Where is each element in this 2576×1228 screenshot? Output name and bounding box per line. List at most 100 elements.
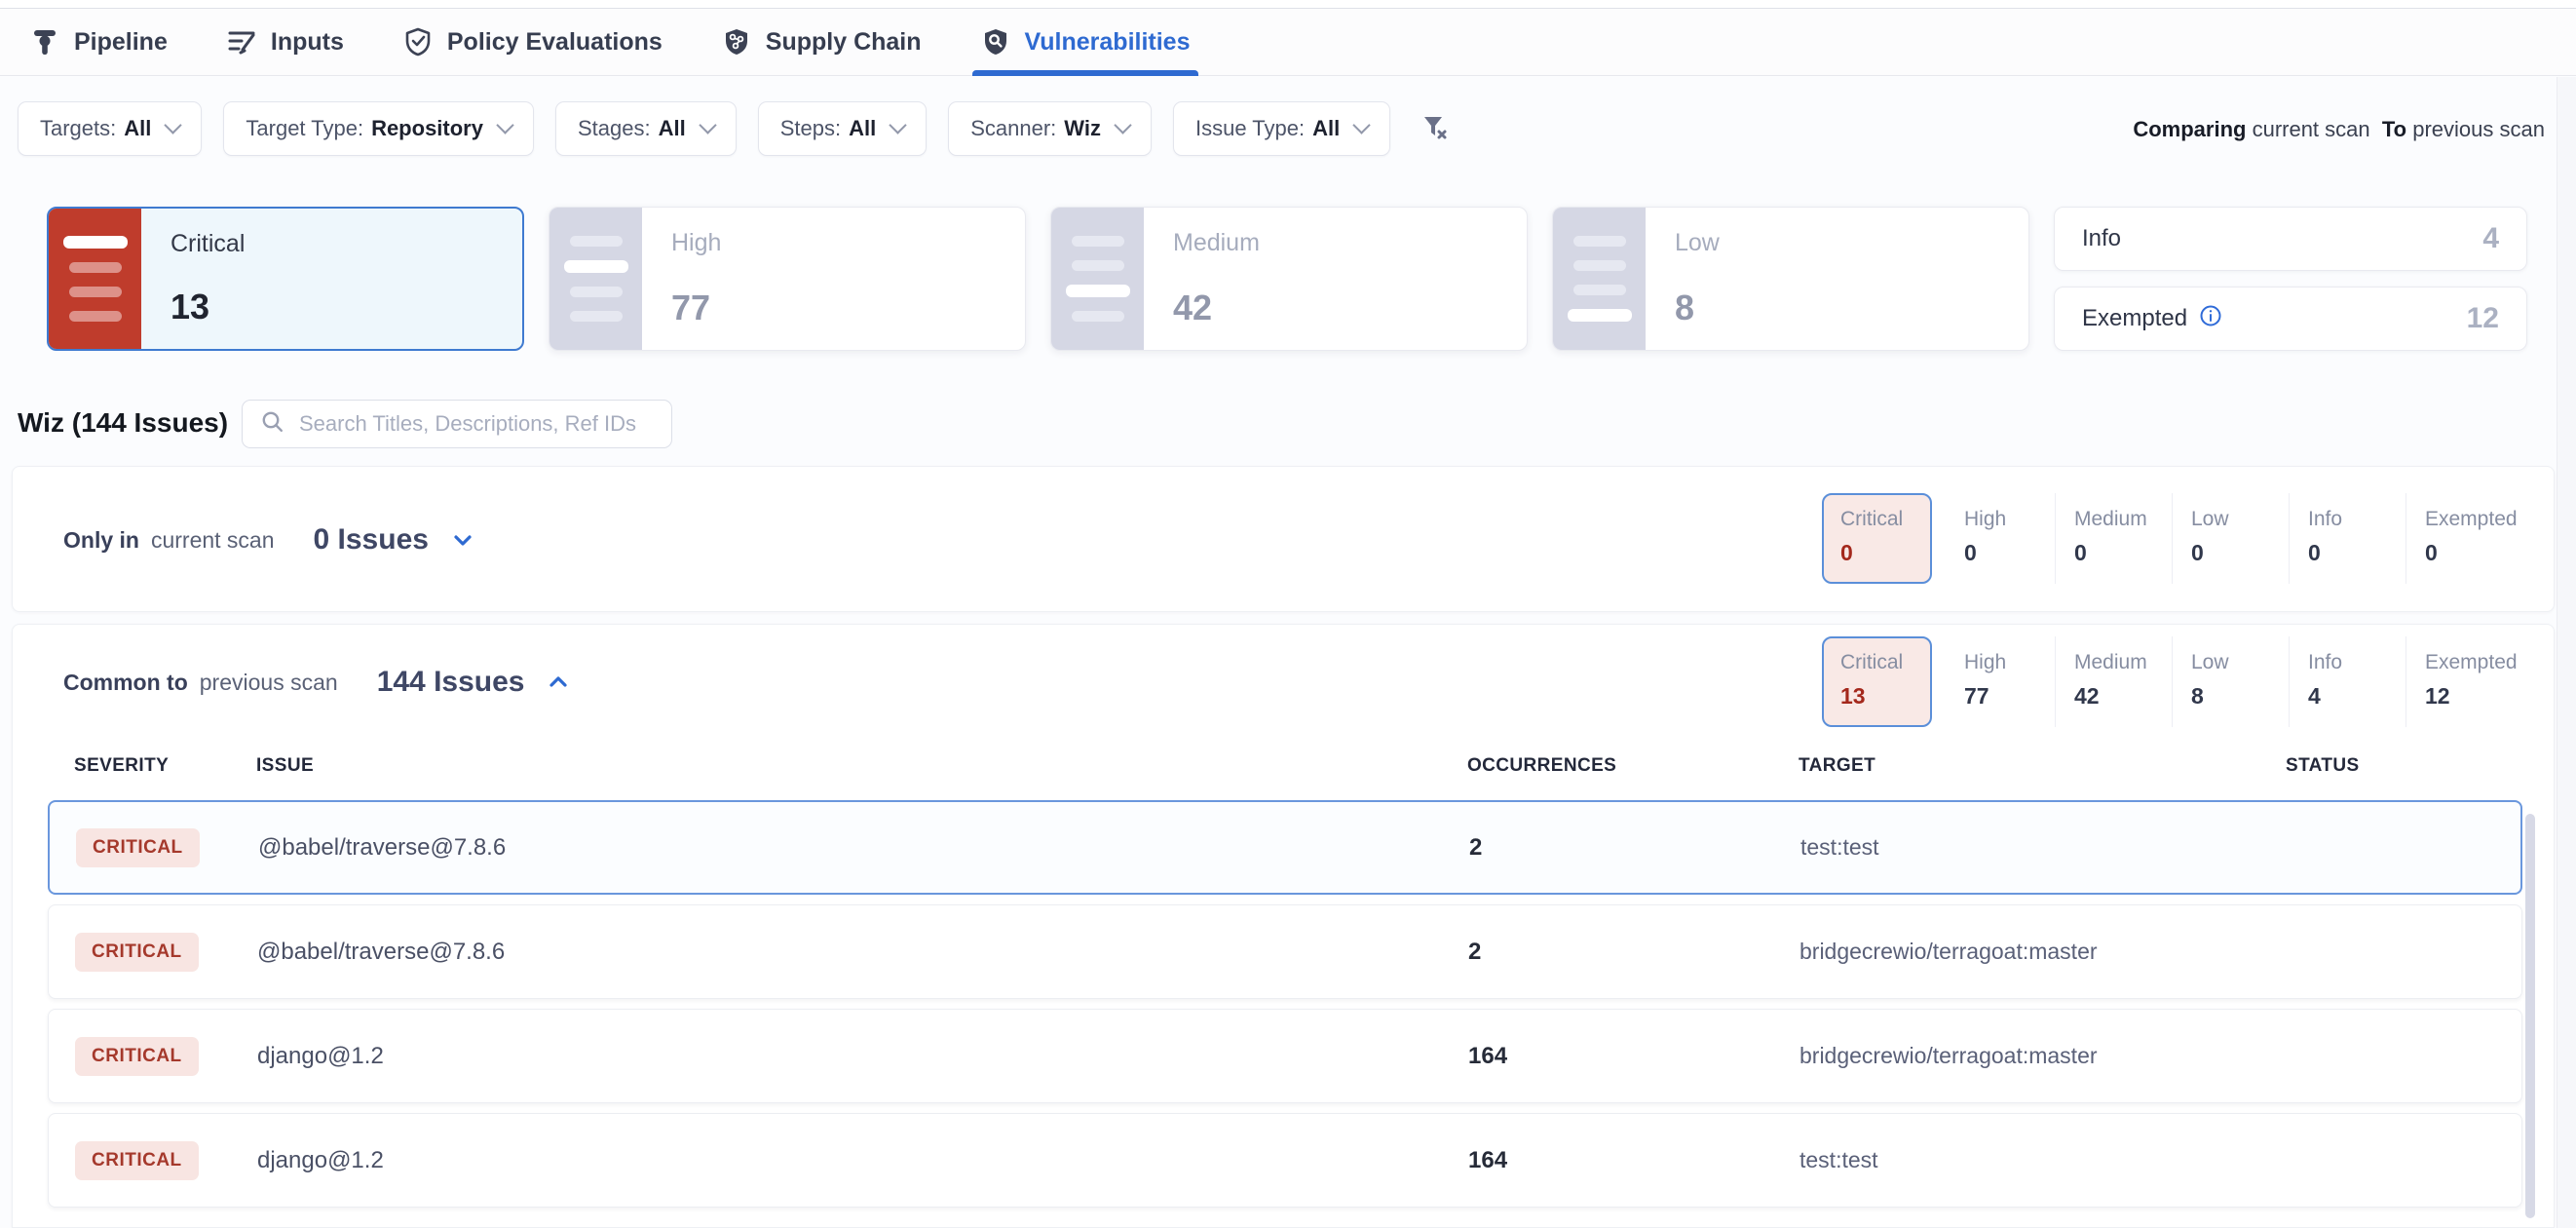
common-to-previous-scan-section: Common to previous scan 144 Issues Criti…: [12, 624, 2555, 1228]
issue-cell: django@1.2: [257, 1043, 1468, 1070]
chevron-down-icon: [165, 116, 182, 134]
chip-count: 0: [2191, 540, 2289, 566]
group-toggle-only-in[interactable]: Only in current scan 0 Issues: [63, 467, 475, 613]
filter-label: Target Type:: [246, 116, 363, 141]
chip-high[interactable]: High 77: [1946, 636, 2055, 727]
chip-label: Low: [2191, 508, 2289, 531]
column-header-severity: SEVERITY: [74, 755, 256, 777]
severity-card-exempted[interactable]: Exempted 12: [2054, 287, 2527, 351]
severity-card-high[interactable]: High 77: [549, 207, 1026, 351]
tab-vulnerabilities[interactable]: Vulnerabilities: [980, 9, 1191, 75]
issues-table-body: CRITICAL @babel/traverse@7.8.6 2 test:te…: [48, 800, 2522, 1217]
search-input[interactable]: [299, 411, 654, 437]
filter-stages[interactable]: Stages: All: [555, 101, 737, 156]
filter-target-type[interactable]: Target Type: Repository: [223, 101, 534, 156]
tab-label: Pipeline: [74, 28, 168, 57]
chevron-up-icon[interactable]: [546, 670, 571, 700]
chip-medium[interactable]: Medium 42: [2055, 636, 2172, 727]
supply-chain-shield-icon: [721, 26, 752, 58]
chip-exempted[interactable]: Exempted 0: [2406, 493, 2522, 584]
tab-pipeline[interactable]: Pipeline: [29, 9, 168, 75]
chip-critical[interactable]: Critical 13: [1822, 636, 1932, 727]
chip-count: 8: [2191, 683, 2289, 710]
column-header-occurrences: OCCURRENCES: [1467, 755, 1799, 777]
chip-low[interactable]: Low 8: [2172, 636, 2289, 727]
scanner-results-title: Wiz (144 Issues): [18, 407, 228, 439]
scrollbar-thumb[interactable]: [2525, 814, 2535, 1218]
inputs-icon: [226, 26, 257, 58]
occurrences-cell: 2: [1468, 939, 1799, 966]
chevron-down-icon: [1353, 116, 1371, 134]
target-cell: bridgecrewio/terragoat:master: [1799, 1043, 2287, 1069]
chip-count: 0: [2425, 540, 2522, 566]
filter-value: All: [659, 116, 686, 141]
filter-targets[interactable]: Targets: All: [18, 101, 202, 156]
severity-card-low[interactable]: Low 8: [1552, 207, 2029, 351]
tab-inputs[interactable]: Inputs: [226, 9, 344, 75]
severity-card-count: 12: [2467, 302, 2499, 335]
search-icon: [260, 409, 285, 440]
info-circle-icon[interactable]: [2199, 304, 2222, 334]
chip-low[interactable]: Low 0: [2172, 493, 2289, 584]
table-row[interactable]: CRITICAL django@1.2 164 bridgecrewio/ter…: [48, 1009, 2522, 1103]
issue-cell: @babel/traverse@7.8.6: [257, 939, 1468, 966]
issue-cell: django@1.2: [257, 1147, 1468, 1174]
group-toggle-common-to[interactable]: Common to previous scan 144 Issues: [63, 625, 571, 740]
chip-label: Critical: [1840, 508, 1930, 531]
main-tab-bar: Pipeline Inputs Policy Evaluations Suppl…: [0, 9, 2576, 76]
tab-label: Vulnerabilities: [1025, 28, 1191, 57]
filter-value: All: [1312, 116, 1340, 141]
comparison-caption: Comparing current scan To previous scan: [2133, 117, 2545, 142]
severity-chip-filter: Critical 13 High 77 Medium 42 Low 8 Info…: [1822, 636, 2522, 727]
chip-count: 13: [1840, 683, 1930, 710]
chip-info[interactable]: Info 4: [2289, 636, 2406, 727]
chip-label: Info: [2308, 651, 2406, 674]
tab-label: Inputs: [271, 28, 344, 57]
table-row[interactable]: CRITICAL @babel/traverse@7.8.6 2 test:te…: [48, 800, 2522, 895]
severity-card-count: 42: [1173, 288, 1260, 328]
comparing-right-scan: previous scan: [2412, 117, 2545, 141]
filter-steps[interactable]: Steps: All: [758, 101, 928, 156]
table-row[interactable]: CRITICAL @babel/traverse@7.8.6 2 bridgec…: [48, 904, 2522, 999]
tab-label: Supply Chain: [766, 28, 922, 57]
chip-label: High: [1964, 651, 2055, 674]
chip-label: Info: [2308, 508, 2406, 531]
secondary-severity-cards: Info 4 Exempted 12: [2054, 207, 2527, 351]
chip-label: Medium: [2074, 651, 2172, 674]
severity-card-medium[interactable]: Medium 42: [1050, 207, 1528, 351]
filter-scanner[interactable]: Scanner: Wiz: [948, 101, 1152, 156]
window-top-divider: [0, 0, 2576, 9]
severity-card-label: High: [671, 229, 721, 257]
chip-count: 42: [2074, 683, 2172, 710]
tab-policy-evaluations[interactable]: Policy Evaluations: [402, 9, 663, 75]
table-row[interactable]: CRITICAL django@1.2 164 test:test: [48, 1113, 2522, 1208]
comparing-to-word: To: [2382, 117, 2406, 141]
severity-strip-icon: [549, 208, 642, 350]
filter-value: All: [124, 116, 151, 141]
chip-high[interactable]: High 0: [1946, 493, 2055, 584]
target-cell: test:test: [1800, 834, 2288, 861]
severity-badge: CRITICAL: [75, 933, 199, 972]
chip-info[interactable]: Info 0: [2289, 493, 2406, 584]
chip-medium[interactable]: Medium 0: [2055, 493, 2172, 584]
severity-card-count: 77: [671, 288, 721, 328]
occurrences-cell: 2: [1469, 834, 1800, 862]
policy-shield-check-icon: [402, 26, 434, 58]
severity-summary-cards: Critical 13 High 77 Medium 42 Low 8 I: [47, 207, 2527, 351]
severity-card-critical[interactable]: Critical 13: [47, 207, 524, 351]
chevron-down-icon: [699, 116, 716, 134]
chip-count: 0: [2308, 540, 2406, 566]
chevron-down-icon[interactable]: [450, 527, 475, 557]
filter-issue-type[interactable]: Issue Type: All: [1173, 101, 1390, 156]
comparing-word: Comparing: [2133, 117, 2246, 141]
clear-filters-icon[interactable]: [1418, 109, 1453, 149]
filter-bar: Targets: All Target Type: Repository Sta…: [18, 101, 1453, 156]
chip-count: 12: [2425, 683, 2522, 710]
tab-supply-chain[interactable]: Supply Chain: [721, 9, 922, 75]
comparing-left-scan: current scan: [2253, 117, 2370, 141]
severity-card-info[interactable]: Info 4: [2054, 207, 2527, 271]
chip-exempted[interactable]: Exempted 12: [2406, 636, 2522, 727]
chip-critical[interactable]: Critical 0: [1822, 493, 1932, 584]
severity-badge: CRITICAL: [76, 828, 200, 867]
group-bold-label: Only in: [63, 527, 139, 554]
